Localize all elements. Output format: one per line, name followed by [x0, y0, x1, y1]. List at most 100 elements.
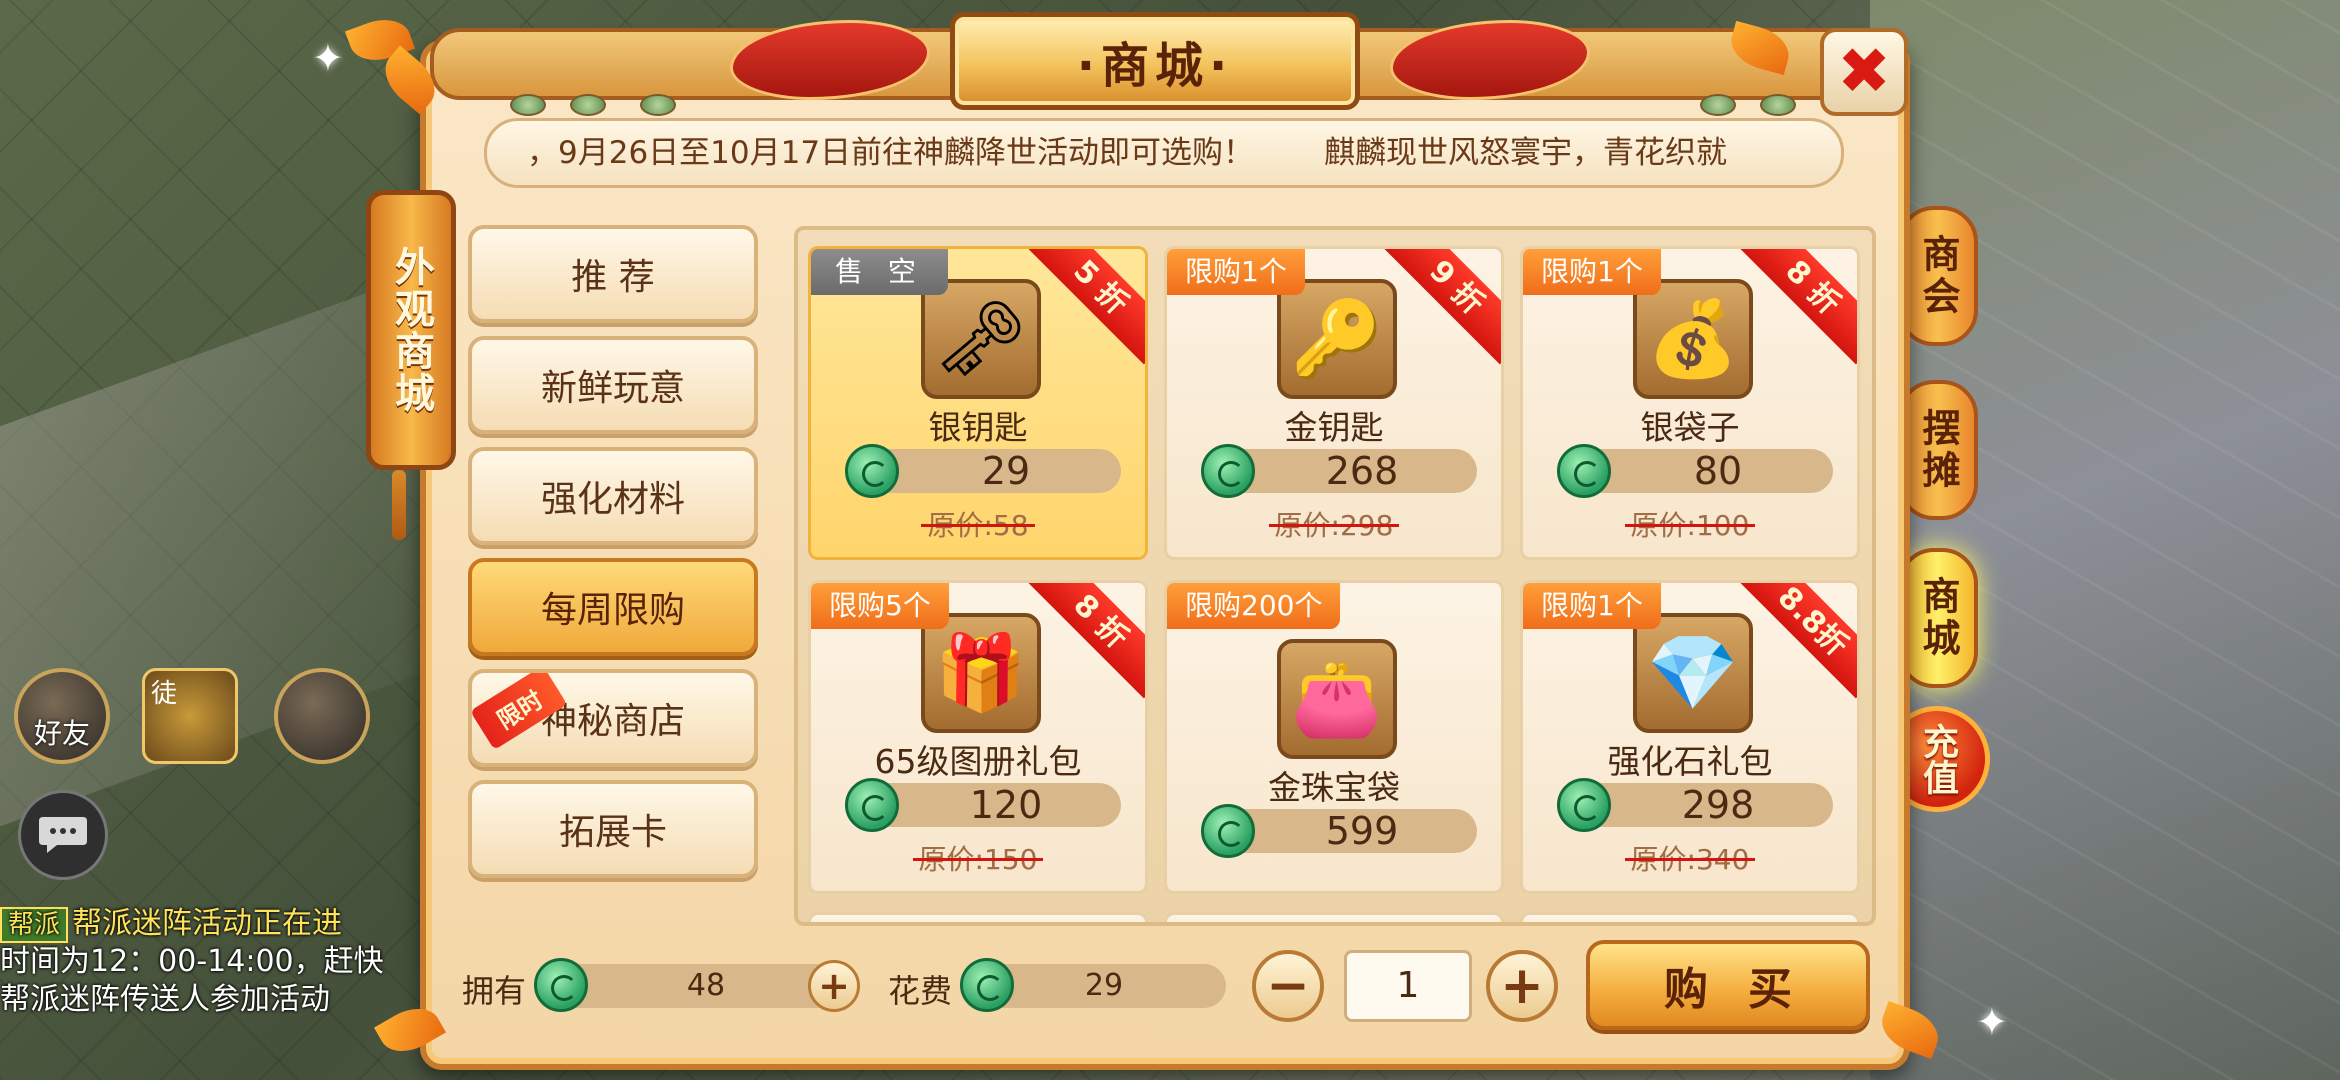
add-currency-button[interactable]: +: [808, 960, 860, 1012]
tab-stall[interactable]: 摆摊: [1898, 380, 1978, 520]
item-card-partial: [808, 912, 1148, 922]
quantity-input[interactable]: 1: [1344, 950, 1472, 1022]
close-icon: ✖: [1837, 35, 1891, 109]
gift-bag-icon: 🎁: [921, 613, 1041, 733]
original-price: 原价:340: [1523, 838, 1857, 878]
item-price: 120: [861, 783, 1121, 827]
item-card-pearl-bag[interactable]: 👛 限购200个 金珠宝袋 599: [1164, 580, 1504, 894]
item-card-atlas-gift[interactable]: 🎁 限购5个 8 折 65级图册礼包 120 原价:150: [808, 580, 1148, 894]
mount-button[interactable]: [274, 668, 370, 764]
category-label: 强化材料: [540, 479, 685, 520]
beam-bead: [510, 94, 546, 116]
item-card-silver-key[interactable]: 🗝 售 空 5 折 银钥匙 29 原价:58: [808, 246, 1148, 560]
discount-ribbon: 5 折: [1023, 249, 1145, 365]
item-price: 298: [1573, 783, 1833, 827]
tab-mall[interactable]: 商城: [1898, 548, 1978, 688]
plus-icon: +: [1500, 956, 1544, 1016]
beam-bead: [1700, 94, 1736, 116]
original-price: 原价:100: [1523, 504, 1857, 544]
sign-tassel: [392, 470, 406, 540]
category-label: 每周限购: [540, 590, 685, 631]
chat-log: 帮派 帮派迷阵活动正在进 时间为12：00-14:00，赶快 帮派迷阵传送人参加活…: [0, 905, 430, 1019]
original-price: 原价:150: [811, 838, 1145, 878]
item-name: 银袋子: [1640, 408, 1740, 447]
gold-key-icon: 🔑: [1277, 279, 1397, 399]
minus-icon: −: [1266, 956, 1310, 1016]
silver-bag-icon: 💰: [1633, 279, 1753, 399]
buy-button[interactable]: 购买: [1586, 940, 1870, 1030]
apprentice-button[interactable]: 徒: [142, 668, 238, 764]
cost-amount: 29: [982, 964, 1226, 1008]
discount-ribbon: 8.8折: [1735, 583, 1857, 699]
item-name: 金珠宝袋: [1268, 768, 1400, 807]
pearl-bag-icon: 👛: [1277, 639, 1397, 759]
sparkle-icon: ✦: [1976, 1000, 2008, 1044]
purchase-limit-badge: 限购1个: [1523, 583, 1661, 629]
item-price: 599: [1217, 809, 1477, 853]
item-price: 80: [1573, 449, 1833, 493]
category-novelties[interactable]: 新鲜玩意: [468, 336, 758, 434]
original-price: 原价:298: [1167, 504, 1501, 544]
jade-coin-icon: [1557, 778, 1611, 832]
category-weekly-limited[interactable]: 每周限购: [468, 558, 758, 656]
decrease-quantity-button[interactable]: −: [1252, 950, 1324, 1022]
guild-channel-tag: 帮派: [0, 907, 69, 943]
jade-coin-icon: [1201, 444, 1255, 498]
beam-bead: [570, 94, 606, 116]
category-expansion-card[interactable]: 拓展卡: [468, 780, 758, 878]
beam-bead: [640, 94, 676, 116]
category-mystery-shop[interactable]: 限时 神秘商店: [468, 669, 758, 767]
category-label: 推 荐: [571, 257, 655, 298]
announcement-text: 麒麟现世风怒寰宇，青花织就: [1324, 135, 1728, 171]
stone-gift-icon: 💎: [1633, 613, 1753, 733]
chat-line: 帮派迷阵传送人参加活动: [0, 982, 330, 1017]
item-card-partial: [1164, 912, 1504, 922]
category-label: 拓展卡: [558, 812, 667, 853]
chat-bubble-icon: [39, 817, 87, 853]
jade-coin-icon: [845, 778, 899, 832]
purchase-limit-badge: 限购200个: [1167, 583, 1341, 629]
jade-coin-icon: [1201, 804, 1255, 858]
jade-coin-icon: [1557, 444, 1611, 498]
discount-ribbon: 9 折: [1379, 249, 1501, 365]
plus-icon: +: [818, 964, 850, 1008]
apprentice-label: 徒: [151, 679, 178, 709]
sold-out-badge: 售 空: [811, 249, 948, 295]
discount-ribbon: 8 折: [1735, 249, 1857, 365]
page-title: ·商城·: [950, 12, 1360, 110]
category-list: 推 荐 新鲜玩意 强化材料 每周限购 限时 神秘商店 拓展卡: [462, 215, 768, 915]
item-name: 65级图册礼包: [874, 742, 1082, 781]
item-price: 29: [861, 449, 1121, 493]
silver-key-icon: 🗝: [921, 279, 1041, 399]
beam-bead: [1760, 94, 1796, 116]
item-card-gold-key[interactable]: 🔑 限购1个 9 折 金钥匙 268 原价:298: [1164, 246, 1504, 560]
courtyard-background: [1870, 0, 2340, 1080]
cost-label: 花费: [888, 972, 953, 1010]
item-grid: 🗝 售 空 5 折 银钥匙 29 原价:58 🔑 限购1个 9 折 金钥匙 26…: [794, 226, 1876, 926]
close-button[interactable]: ✖: [1820, 28, 1908, 116]
jade-coin-icon: [845, 444, 899, 498]
category-enhance-materials[interactable]: 强化材料: [468, 447, 758, 545]
item-card-silver-bag[interactable]: 💰 限购1个 8 折 银袋子 80 原价:100: [1520, 246, 1860, 560]
appearance-shop-sign[interactable]: 外观商城: [366, 190, 456, 470]
jade-coin-icon: [534, 958, 588, 1012]
increase-quantity-button[interactable]: +: [1486, 950, 1558, 1022]
original-price: 原价:58: [811, 504, 1145, 544]
sign-label: 外观商城: [388, 246, 434, 414]
owned-label: 拥有: [462, 972, 527, 1010]
item-card-stone-gift[interactable]: 💎 限购1个 8.8折 强化石礼包 298 原价:340: [1520, 580, 1860, 894]
friends-label: 好友: [33, 717, 90, 750]
buy-label: 购买: [1664, 964, 1832, 1015]
sparkle-icon: ✦: [312, 36, 344, 80]
category-recommend[interactable]: 推 荐: [468, 225, 758, 323]
friends-button[interactable]: 好友: [14, 668, 110, 764]
purchase-limit-badge: 限购5个: [811, 583, 949, 629]
recharge-label: 充值: [1917, 723, 1958, 795]
tab-label: 摆摊: [1916, 408, 1960, 492]
tab-chamber-of-commerce[interactable]: 商会: [1898, 206, 1978, 346]
item-name: 银钥匙: [928, 408, 1028, 447]
chat-button[interactable]: [18, 790, 108, 880]
category-label: 新鲜玩意: [540, 368, 685, 409]
tab-label: 商会: [1916, 234, 1960, 318]
jade-coin-icon: [960, 958, 1014, 1012]
